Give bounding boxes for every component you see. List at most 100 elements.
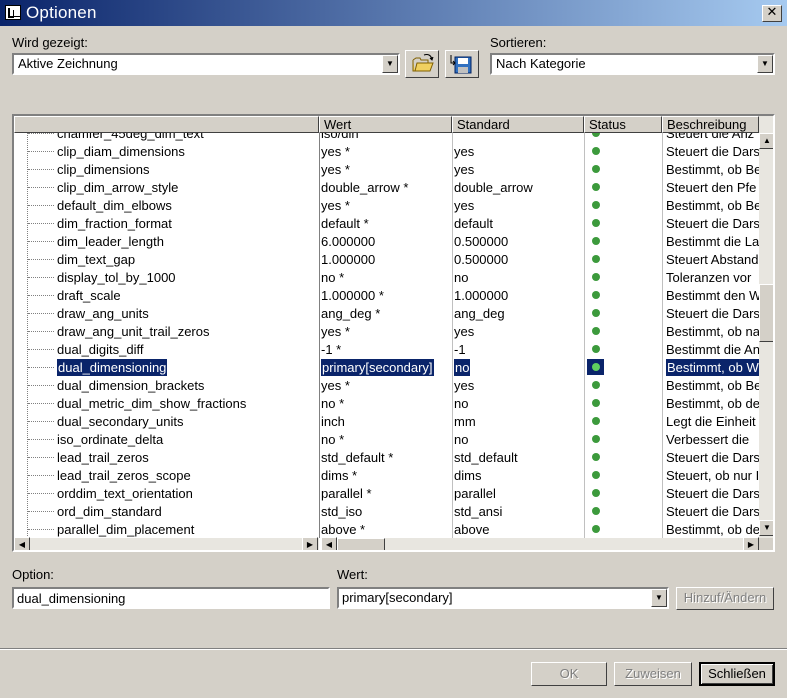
column-header-standard[interactable]: Standard (452, 116, 584, 133)
table-row[interactable]: dual_dimensioning primary[secondary] no Bes… (14, 358, 759, 377)
horizontal-scrollbar-left[interactable] (14, 538, 319, 550)
table-row[interactable]: default_dim_elbows yes * yes Bestimmt, ob B… (14, 196, 759, 214)
chevron-down-icon[interactable]: ▼ (757, 55, 773, 73)
sort-select[interactable]: Nach Kategorie ▼ (490, 53, 775, 75)
status-dot-icon (592, 417, 600, 425)
scroll-up-button[interactable]: ▲ (759, 133, 773, 149)
table-row[interactable]: dual_digits_diff -1 * -1 Bestimmt die An (14, 340, 759, 358)
value-cell: 6.000000 (321, 234, 376, 249)
tree-branch (28, 493, 54, 494)
column-header-wert[interactable]: Wert (319, 116, 452, 133)
option-field[interactable]: dual_dimensioning (12, 587, 330, 609)
table-row[interactable]: dim_leader_length 6.000000 0.500000 Bestimm… (14, 232, 759, 250)
option-name-cell: clip_dimensions (57, 162, 150, 177)
default-cell: yes (454, 378, 475, 393)
table-row[interactable]: draw_ang_unit_trail_zeros yes * yes Bestimm… (14, 322, 759, 340)
tree-branch (28, 529, 54, 530)
value-cell: default * (321, 216, 369, 231)
options-table[interactable]: Wert Standard Status Beschreibung chamfe… (12, 114, 775, 552)
option-name-cell: dual_digits_diff (57, 342, 144, 357)
horizontal-scroll-thumb[interactable] (337, 538, 385, 550)
option-label: Option: (12, 567, 54, 582)
status-dot-icon (592, 255, 600, 263)
value-cell: primary[secondary] (321, 359, 434, 376)
status-dot-icon (592, 507, 600, 515)
scroll-right-button[interactable]: ▶ (743, 537, 759, 550)
description-cell: Steuert die Dars (666, 486, 759, 501)
tree-branch (28, 403, 54, 404)
option-name-cell: display_tol_by_1000 (57, 270, 176, 285)
ok-button[interactable]: OK (531, 662, 607, 686)
default-cell: double_arrow (454, 180, 533, 195)
open-file-button[interactable] (405, 50, 439, 78)
default-cell: -1 (454, 342, 466, 357)
value-select[interactable]: primary[secondary] ▼ (337, 587, 669, 609)
tree-branch (28, 421, 54, 422)
table-row[interactable]: orddim_text_orientation parallel * paralle… (14, 484, 759, 502)
close-button[interactable]: ✕ (762, 5, 782, 22)
save-button[interactable] (445, 50, 479, 78)
description-cell: Legt die Einheit (666, 414, 756, 429)
option-name-cell: dual_metric_dim_show_fractions (57, 396, 247, 411)
option-field-value: dual_dimensioning (17, 591, 126, 606)
value-cell: yes * (321, 324, 350, 339)
tree-branch (28, 475, 54, 476)
value-cell: double_arrow * (321, 180, 409, 195)
tree-branch (28, 349, 54, 350)
table-row[interactable]: clip_diam_dimensions yes * yes Steuert die … (14, 142, 759, 160)
chevron-down-icon[interactable]: ▼ (382, 55, 398, 73)
option-name-cell: clip_diam_dimensions (57, 144, 185, 159)
table-row[interactable]: ord_dim_standard std_iso std_ansi Steuert d… (14, 502, 759, 520)
tree-branch (28, 205, 54, 206)
horizontal-scrollbar-right[interactable] (321, 538, 759, 550)
table-row[interactable]: iso_ordinate_delta no * no Verbessert die (14, 430, 759, 448)
value-select-value: primary[secondary] (342, 590, 453, 605)
scroll-down-button[interactable]: ▼ (759, 520, 773, 536)
assign-button[interactable]: Zuweisen (614, 662, 692, 686)
status-dot-icon (592, 435, 600, 443)
status-dot-icon (592, 327, 600, 335)
default-cell: parallel (454, 486, 496, 501)
vertical-scroll-thumb[interactable] (759, 284, 773, 342)
table-row[interactable]: dim_text_gap 1.000000 0.500000 Steuert Abst… (14, 250, 759, 268)
option-name-cell: clip_dim_arrow_style (57, 180, 179, 195)
table-body: chamfer_45deg_dim_text iso/din Steuert die… (14, 133, 759, 538)
description-cell: Steuert die Dars (666, 144, 759, 159)
column-header-name[interactable] (14, 116, 319, 133)
table-row[interactable]: draw_ang_units ang_deg * ang_deg Steuert di… (14, 304, 759, 322)
column-header-status[interactable]: Status (584, 116, 662, 133)
chevron-down-icon[interactable]: ▼ (651, 589, 667, 607)
table-row[interactable]: dim_fraction_format default * default Steue… (14, 214, 759, 232)
table-row[interactable]: parallel_dim_placement above * above Bestim… (14, 520, 759, 538)
option-name-cell: dim_fraction_format (57, 216, 172, 231)
table-row[interactable]: draft_scale 1.000000 * 1.000000 Bestimmt de… (14, 286, 759, 304)
value-cell: ang_deg * (321, 306, 381, 321)
table-row[interactable]: chamfer_45deg_dim_text iso/din Steuert die… (14, 133, 759, 142)
table-row[interactable]: lead_trail_zeros std_default * std_default… (14, 448, 759, 466)
column-header-beschreibung[interactable]: Beschreibung (662, 116, 759, 133)
table-row[interactable]: display_tol_by_1000 no * no Toleranzen vor (14, 268, 759, 286)
status-dot-icon (592, 219, 600, 227)
table-row[interactable]: clip_dim_arrow_style double_arrow * double… (14, 178, 759, 196)
table-row[interactable]: dual_metric_dim_show_fractions no * no Best… (14, 394, 759, 412)
description-cell: Bestimmt die La (666, 234, 759, 249)
add-change-button[interactable]: Hinzuf/Ändern (676, 587, 774, 610)
description-cell: Bestimmt, ob na (666, 324, 759, 339)
scroll-right-button[interactable]: ▶ (302, 537, 318, 550)
table-row[interactable]: lead_trail_zeros_scope dims * dims Steuert,… (14, 466, 759, 484)
table-row[interactable]: dual_secondary_units inch mm Legt die Einhe… (14, 412, 759, 430)
scroll-left-button[interactable]: ◀ (14, 537, 30, 550)
description-cell: Steuert die Dars (666, 306, 759, 321)
status-dot-icon (592, 471, 600, 479)
value-cell: above * (321, 522, 366, 537)
close-dialog-button[interactable]: Schließen (699, 662, 775, 686)
table-row[interactable]: clip_dimensions yes * yes Bestimmt, ob Be (14, 160, 759, 178)
shown-select[interactable]: Aktive Zeichnung ▼ (12, 53, 400, 75)
table-row[interactable]: dual_dimension_brackets yes * yes Bestimmt,… (14, 376, 759, 394)
value-cell: no * (321, 270, 345, 285)
status-dot-icon (592, 309, 600, 317)
status-dot-icon (592, 237, 600, 245)
tree-branch (28, 133, 54, 134)
status-dot-icon (592, 489, 600, 497)
scroll-left-button[interactable]: ◀ (321, 537, 337, 550)
